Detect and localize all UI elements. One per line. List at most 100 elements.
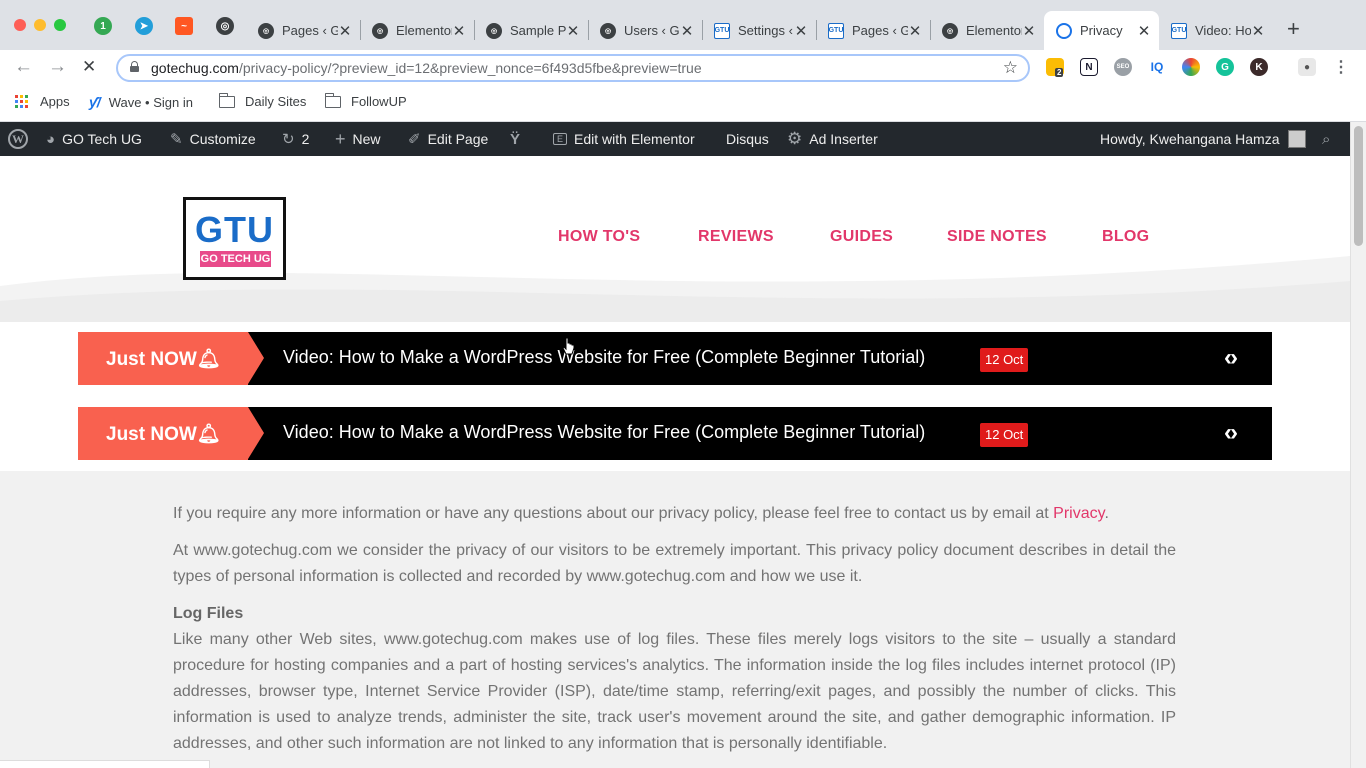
extension-icon[interactable]: 2 (1046, 58, 1064, 77)
browser-tab[interactable]: ◎ Elementor ✕ (360, 11, 474, 50)
ticker-headline[interactable]: Video: How to Make a WordPress Website f… (283, 347, 925, 368)
bookmark-wave[interactable]: ƴ/ Wave • Sign in (89, 94, 193, 110)
nav-how-tos[interactable]: HOW TO'S (558, 228, 640, 246)
browser-tab[interactable]: ◎ Elementor ✕ (930, 11, 1044, 50)
close-tab-icon[interactable]: ✕ (908, 22, 922, 40)
maximize-window-button[interactable] (54, 19, 66, 31)
pinned-tab-analytics[interactable]: ~ (175, 17, 193, 35)
pinned-tab-telegram[interactable]: ➤ (135, 17, 153, 35)
ticker-label-box: Just NOW🔔︎ (78, 407, 248, 460)
back-arrow-icon[interactable]: ← (14, 56, 33, 78)
plus-icon: + (335, 128, 346, 149)
globe-icon: ◎ (486, 22, 502, 39)
close-tab-icon[interactable]: ✕ (338, 22, 352, 40)
user-avatar-icon[interactable]: ● (1298, 58, 1316, 76)
bell-icon: 🔔︎ (196, 424, 221, 445)
nav-guides[interactable]: GUIDES (830, 228, 893, 246)
admin-new[interactable]: + New (335, 122, 381, 156)
bookmark-followup[interactable]: FollowUP (325, 92, 407, 109)
bookmark-star-icon[interactable]: ☆ (1003, 58, 1018, 78)
admin-disqus[interactable]: Disqus (726, 122, 769, 156)
bookmark-apps[interactable]: Apps (15, 94, 70, 109)
admin-updates[interactable]: ↻ 2 (282, 122, 309, 156)
ad-inserter-label: Ad Inserter (809, 131, 878, 147)
tab-title: Pages ‹ GO Tech UG (852, 23, 908, 38)
paragraph-intro: At www.gotechug.com we consider the priv… (173, 542, 1176, 585)
privacy-link[interactable]: Privacy (1053, 505, 1104, 522)
admin-customize[interactable]: ✎ Customize (170, 122, 256, 156)
scrollbar-thumb[interactable] (1354, 126, 1363, 246)
close-tab-icon[interactable]: ✕ (566, 22, 580, 40)
admin-my-account[interactable]: Howdy, Kwehangana Hamza (1100, 122, 1306, 156)
chevron-right-icon[interactable]: › (1230, 419, 1238, 446)
bookmark-label: Wave • Sign in (108, 94, 193, 110)
close-window-button[interactable] (14, 19, 26, 31)
folder-icon (219, 92, 235, 108)
stop-loading-icon[interactable]: ✕ (82, 57, 96, 77)
logo-sub-text: GO TECH UG (200, 251, 271, 267)
search-icon: ⌕ (1322, 130, 1331, 148)
browser-tab[interactable]: GTU Pages ‹ GO Tech UG ✕ (816, 11, 930, 50)
iq-extension-icon[interactable]: IQ (1148, 58, 1166, 76)
address-bar[interactable]: gotechug.com/privacy-policy/?preview_id=… (116, 54, 1030, 82)
admin-site-name[interactable]: ◕ GO Tech UG (46, 122, 142, 156)
close-tab-icon[interactable]: ✕ (1137, 22, 1151, 40)
admin-edit-page[interactable]: ✐ Edit Page (408, 122, 488, 156)
admin-yoast[interactable]: Ÿ (510, 122, 527, 156)
browser-tab[interactable]: ◎ Pages ‹ GO Tech UG — WordPress ✕ (246, 11, 360, 50)
admin-edit-elementor[interactable]: E Edit with Elementor (553, 122, 695, 156)
wave-icon: ƴ/ (89, 94, 101, 110)
new-tab-button[interactable]: + (1287, 16, 1300, 42)
gear-icon: ⚙ (787, 129, 803, 148)
browser-tab-strip: 1 ➤ ~ ◎ ◎ Pages ‹ GO Tech UG — WordPress… (0, 0, 1366, 50)
browser-tab[interactable]: GTU Settings ‹ GO Tech UG ✕ (702, 11, 816, 50)
logo-main-text: GTU (195, 209, 274, 250)
browser-tab-active[interactable]: Privacy ✕ (1044, 11, 1159, 50)
close-tab-icon[interactable]: ✕ (1022, 22, 1036, 40)
notion-extension-icon[interactable]: N (1080, 58, 1098, 76)
grammarly-icon[interactable]: G (1216, 58, 1234, 76)
globe-icon: ◎ (372, 22, 388, 39)
ticker-label-box: Just NOW🔔︎ (78, 332, 248, 385)
browser-menu-icon[interactable]: ⋮ (1332, 58, 1350, 76)
updates-count: 2 (301, 131, 310, 147)
wp-logo-menu[interactable]: W (8, 122, 28, 156)
minimize-window-button[interactable] (34, 19, 46, 31)
pencil-icon: ✐ (408, 131, 421, 148)
ticker-nav: ‹› (1224, 344, 1238, 372)
tab-title: Sample Page (510, 23, 566, 38)
chevron-right-icon[interactable]: › (1230, 344, 1238, 371)
browser-tab[interactable]: ◎ Sample Page ✕ (474, 11, 588, 50)
bookmark-daily-sites[interactable]: Daily Sites (219, 92, 306, 109)
elementor-icon: E (553, 133, 568, 145)
paintbrush-icon: ✎ (170, 131, 183, 148)
close-tab-icon[interactable]: ✕ (1251, 22, 1265, 40)
disqus-label: Disqus (726, 131, 769, 147)
edit-elementor-label: Edit with Elementor (574, 131, 695, 147)
ticker-headline[interactable]: Video: How to Make a WordPress Website f… (283, 422, 925, 443)
seo-extension-icon[interactable]: SEO (1114, 58, 1132, 76)
globe-icon: ◎ (220, 20, 230, 32)
close-tab-icon[interactable]: ✕ (680, 22, 694, 40)
ticker-label: Just NOW🔔︎ (106, 349, 221, 370)
edit-page-label: Edit Page (427, 131, 489, 147)
profile-extension-icon[interactable]: K (1250, 58, 1268, 76)
browser-tab[interactable]: GTU Video: How to Make a WordPress Websi… (1159, 11, 1273, 50)
news-ticker: Just NOW🔔︎ Video: How to Make a WordPres… (78, 407, 1272, 460)
page-scrollbar[interactable] (1350, 122, 1366, 768)
browser-tab[interactable]: ◎ Users ‹ GO Tech UG ✕ (588, 11, 702, 50)
close-tab-icon[interactable]: ✕ (794, 22, 808, 40)
nav-reviews[interactable]: REVIEWS (698, 228, 774, 246)
loading-status-bar (0, 760, 210, 768)
nav-side-notes[interactable]: SIDE NOTES (947, 228, 1047, 246)
forward-arrow-icon[interactable]: → (48, 56, 67, 78)
site-logo[interactable]: GTU GO TECH UG (183, 197, 286, 280)
pinned-tab-globe[interactable]: ◎ (216, 17, 234, 35)
admin-ad-inserter[interactable]: ⚙ Ad Inserter (787, 122, 878, 156)
admin-search[interactable]: ⌕ (1322, 122, 1337, 156)
color-picker-extension-icon[interactable] (1182, 58, 1200, 76)
nav-blog[interactable]: BLOG (1102, 228, 1149, 246)
pinned-tab-1password[interactable]: 1 (94, 17, 112, 35)
close-tab-icon[interactable]: ✕ (452, 22, 466, 40)
bookmarks-bar: Apps ƴ/ Wave • Sign in Daily Sites Follo… (0, 86, 1366, 122)
